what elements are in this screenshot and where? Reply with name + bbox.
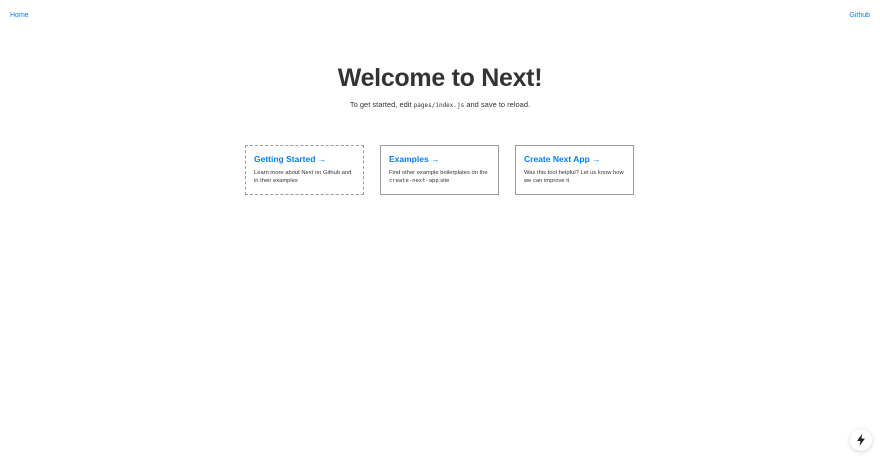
examples-card[interactable]: Examples → Find other example boilerplat… xyxy=(380,145,499,195)
card-row: Getting Started → Learn more about Next … xyxy=(245,145,635,195)
card-description: Was this tool helpful? Let us know how w… xyxy=(524,170,624,184)
getting-started-card[interactable]: Getting Started → Learn more about Next … xyxy=(245,145,364,195)
hero-description-end: and save to reload. xyxy=(464,100,531,109)
nav-github-link[interactable]: Github xyxy=(849,12,870,19)
hero-description-start: To get started, edit xyxy=(349,100,414,109)
card-description: Learn more about Next on Github and in t… xyxy=(254,170,352,184)
card-description: Find other example boilerplates on the c… xyxy=(389,169,490,185)
page-title: Welcome to Next! xyxy=(337,64,543,92)
card-title: Getting Started → xyxy=(254,154,327,164)
hero-description: To get started, edit pages/index.js and … xyxy=(0,100,880,109)
card-description-end: site xyxy=(438,178,450,184)
nav-home-link[interactable]: Home xyxy=(10,12,29,19)
card-title: Examples → xyxy=(389,154,440,164)
hero-description-code: pages/index.js xyxy=(413,102,465,109)
card-description-start: Find other example boilerplates on the xyxy=(389,170,488,176)
next-dev-indicator-button[interactable] xyxy=(850,429,872,451)
lightning-bolt-icon xyxy=(857,434,865,446)
page: Home Github Welcome to Next! To get star… xyxy=(0,0,880,459)
create-next-app-card[interactable]: Create Next App → Was this tool helpful?… xyxy=(515,145,634,195)
card-description-code: create-next-app xyxy=(389,178,439,184)
card-title: Create Next App → xyxy=(524,154,601,164)
